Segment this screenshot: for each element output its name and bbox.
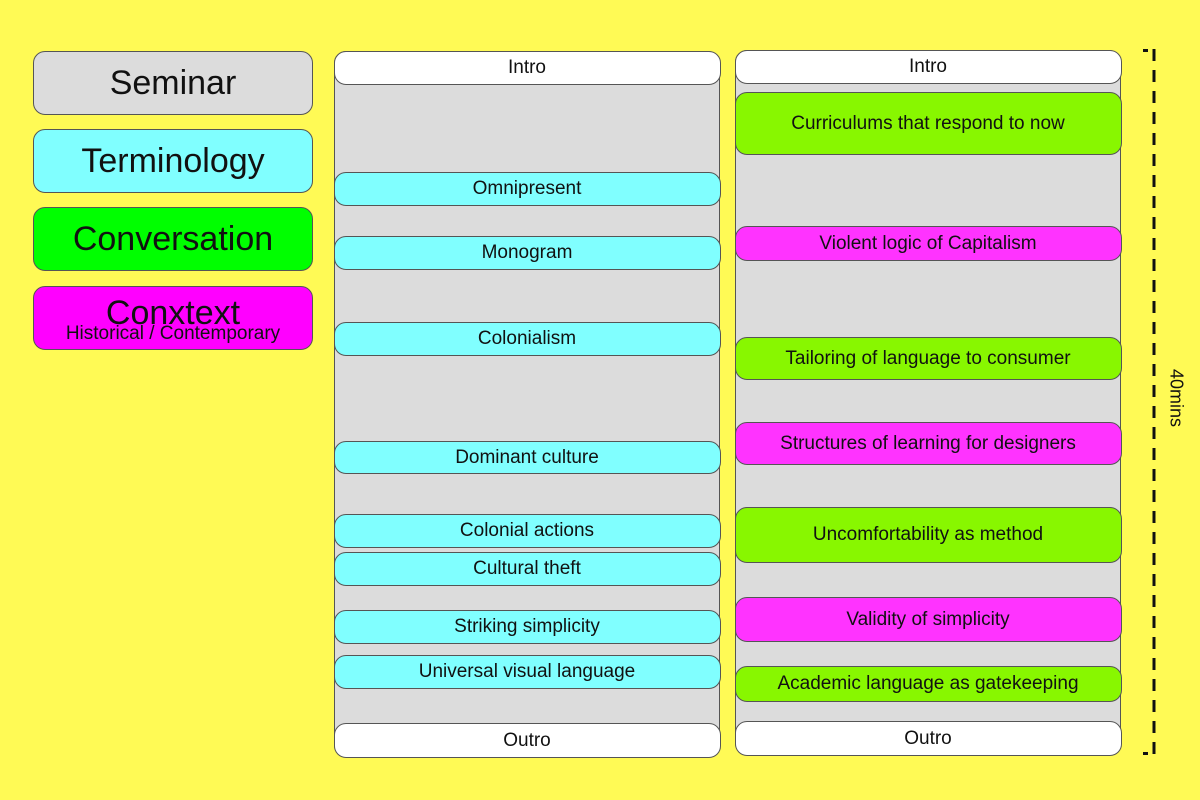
slot-label: Intro bbox=[908, 55, 948, 77]
slot-item: Validity of simplicity bbox=[734, 597, 1122, 642]
slot-item: Universal visual language bbox=[333, 655, 721, 689]
slot-label: Outro bbox=[904, 727, 952, 749]
slot-intro: Intro bbox=[333, 50, 721, 85]
slot-label: Curriculums that respond to now bbox=[791, 112, 1065, 134]
slot-intro: Intro bbox=[734, 49, 1122, 84]
slot-label: Violent logic of Capitalism bbox=[819, 232, 1037, 254]
slot-item: Colonial actions bbox=[333, 514, 721, 548]
legend-terminology-label: Terminology bbox=[81, 142, 265, 180]
slot-label: Striking simplicity bbox=[454, 616, 600, 637]
legend-conversation-label: Conversation bbox=[72, 220, 274, 258]
duration-label: 40mins bbox=[1166, 368, 1187, 428]
slot-item: Structures of learning for designers bbox=[734, 422, 1122, 465]
slot-label: Outro bbox=[503, 729, 551, 751]
slot-item: Dominant culture bbox=[333, 441, 721, 474]
seminar-column-2: Intro Curriculums that respond to now Vi… bbox=[734, 49, 1122, 756]
legend-conversation: Conversation bbox=[33, 207, 313, 271]
duration-bracket bbox=[1142, 49, 1156, 755]
slot-item: Cultural theft bbox=[333, 552, 721, 586]
seminar-column-1: Intro Omnipresent Monogram Colonialism D… bbox=[333, 50, 721, 758]
slot-item: Tailoring of language to consumer bbox=[734, 337, 1122, 380]
slot-label: Uncomfortability as method bbox=[812, 524, 1044, 545]
slot-outro: Outro bbox=[333, 723, 721, 758]
slot-item: Curriculums that respond to now bbox=[734, 92, 1122, 155]
slot-label: Academic language as gatekeeping bbox=[777, 673, 1079, 694]
slot-outro: Outro bbox=[734, 721, 1122, 756]
slot-label: Validity of simplicity bbox=[846, 608, 1010, 630]
slot-label: Cultural theft bbox=[473, 558, 581, 579]
slot-label: Colonial actions bbox=[459, 520, 595, 541]
slot-label: Omnipresent bbox=[472, 178, 582, 199]
slot-label: Colonialism bbox=[477, 328, 577, 349]
slot-item: Omnipresent bbox=[333, 172, 721, 206]
legend-seminar: Seminar bbox=[33, 51, 313, 115]
slot-item: Academic language as gatekeeping bbox=[734, 666, 1122, 702]
slot-label: Dominant culture bbox=[455, 446, 599, 468]
slot-item: Monogram bbox=[333, 236, 721, 270]
legend-seminar-label: Seminar bbox=[109, 64, 237, 102]
legend-context-sublabel: Historical / Contemporary bbox=[65, 323, 281, 344]
dashed-bracket-icon bbox=[1143, 49, 1156, 755]
slot-label: Structures of learning for designers bbox=[780, 432, 1076, 454]
slot-item: Colonialism bbox=[333, 322, 721, 356]
slot-label: Monogram bbox=[481, 242, 573, 263]
slot-label: Universal visual language bbox=[418, 661, 636, 682]
legend-terminology: Terminology bbox=[33, 129, 313, 193]
slot-item: Uncomfortability as method bbox=[734, 507, 1122, 563]
slot-item: Violent logic of Capitalism bbox=[734, 226, 1122, 261]
slot-item: Striking simplicity bbox=[333, 610, 721, 644]
legend-context: Conxtext Historical / Contemporary bbox=[33, 286, 313, 350]
slot-label: Tailoring of language to consumer bbox=[785, 347, 1071, 369]
slot-label: Intro bbox=[507, 56, 547, 78]
